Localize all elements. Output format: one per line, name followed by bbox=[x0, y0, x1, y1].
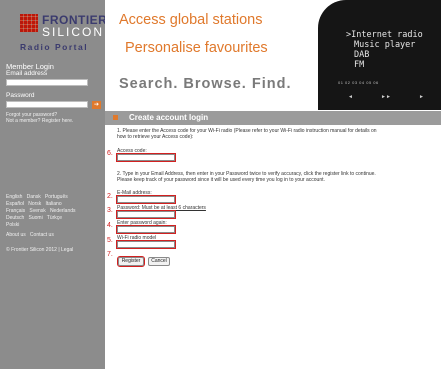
password-again-input[interactable] bbox=[116, 225, 176, 234]
language-polski[interactable]: Polski bbox=[6, 222, 19, 228]
language-suomi[interactable]: Suomi bbox=[29, 215, 43, 221]
play-icon: ► bbox=[419, 94, 424, 100]
footer-links: About us Contact us bbox=[6, 232, 54, 238]
radio-display-image: >Internet radio Music player DAB FM 01 0… bbox=[318, 0, 441, 110]
language-italiano[interactable]: Italiano bbox=[45, 201, 61, 207]
password-input[interactable] bbox=[116, 210, 176, 219]
cancel-button[interactable]: Cancel bbox=[148, 257, 170, 266]
login-go-button[interactable]: ➔ bbox=[92, 101, 101, 109]
header-bullet-icon bbox=[113, 115, 118, 120]
not-member-label: Not a member? bbox=[6, 118, 41, 124]
access-code-input[interactable] bbox=[116, 153, 176, 162]
language-portugues[interactable]: Português bbox=[45, 194, 68, 200]
banner-personalise-text: Personalise favourites bbox=[125, 40, 268, 56]
language-nederlands[interactable]: Nederlands bbox=[50, 208, 76, 214]
section-header: Create account login bbox=[105, 111, 441, 125]
preset-numbers: 01 02 03 04 05 06 bbox=[338, 80, 379, 85]
email-address-label: Email address bbox=[6, 70, 48, 77]
step-number-2: 2. bbox=[107, 193, 113, 200]
display-line: >Internet radio bbox=[346, 30, 423, 40]
previous-icon: ◄ bbox=[348, 94, 353, 100]
step-number-7: 7. bbox=[107, 251, 113, 258]
language-row: Deutsch Suomi Türkçe bbox=[6, 215, 62, 221]
sidebar-password-input[interactable] bbox=[6, 101, 88, 108]
display-line: DAB bbox=[354, 50, 370, 60]
copyright-text: © Frontier Silicon 2012 | Legal bbox=[6, 247, 74, 253]
about-us-link[interactable]: About us bbox=[6, 232, 26, 238]
language-svensk[interactable]: Svensk bbox=[29, 208, 45, 214]
language-row: Español Norsk Italiano bbox=[6, 201, 62, 207]
sidebar: FRONTIER SILICON Radio Portal Member Log… bbox=[0, 0, 107, 369]
fast-forward-icon: ►► bbox=[381, 94, 391, 100]
intro-text-line2: how to retrieve your Access code): bbox=[117, 134, 194, 140]
password-label: Password bbox=[6, 92, 35, 99]
banner-search-text: Search. Browse. Find. bbox=[119, 76, 292, 92]
language-row: English Dansk Português bbox=[6, 194, 68, 200]
radio-controls: ◄ ►► ► bbox=[334, 94, 438, 100]
register-button[interactable]: Register bbox=[117, 256, 145, 267]
frontier-silicon-logo[interactable]: FRONTIER SILICON Radio Portal bbox=[14, 8, 107, 56]
display-line: FM bbox=[354, 60, 365, 70]
radio-model-input[interactable] bbox=[116, 240, 176, 249]
step-number-6: 6. bbox=[107, 150, 113, 157]
step-number-3: 3. bbox=[107, 207, 113, 214]
language-francais[interactable]: Français bbox=[6, 208, 25, 214]
page-title: Create account login bbox=[129, 113, 209, 122]
logo-grid-icon bbox=[20, 14, 38, 32]
step2-text-line2: Please keep track of your password since… bbox=[117, 177, 325, 183]
not-member-text: Not a member? Register here. bbox=[6, 118, 73, 124]
step-number-5: 5. bbox=[107, 237, 113, 244]
language-turkce[interactable]: Türkçe bbox=[47, 215, 62, 221]
promo-banner: Access global stations Personalise favou… bbox=[105, 0, 441, 110]
email-input[interactable] bbox=[116, 195, 176, 204]
step-number-4: 4. bbox=[107, 222, 113, 229]
banner-access-text: Access global stations bbox=[119, 12, 263, 28]
sidebar-email-input[interactable] bbox=[6, 79, 88, 86]
register-here-link[interactable]: Register here. bbox=[42, 118, 73, 124]
language-dansk[interactable]: Dansk bbox=[27, 194, 41, 200]
language-english[interactable]: English bbox=[6, 194, 22, 200]
contact-us-link[interactable]: Contact us bbox=[30, 232, 54, 238]
language-norsk[interactable]: Norsk bbox=[28, 201, 41, 207]
language-row: Français Svensk Nederlands bbox=[6, 208, 76, 214]
language-espanol[interactable]: Español bbox=[6, 201, 24, 207]
display-line: Music player bbox=[354, 40, 416, 50]
language-deutsch[interactable]: Deutsch bbox=[6, 215, 24, 221]
logo-silicon-text: SILICON bbox=[42, 25, 105, 39]
logo-radio-portal-text: Radio Portal bbox=[20, 42, 89, 52]
language-row: Polski bbox=[6, 222, 19, 228]
